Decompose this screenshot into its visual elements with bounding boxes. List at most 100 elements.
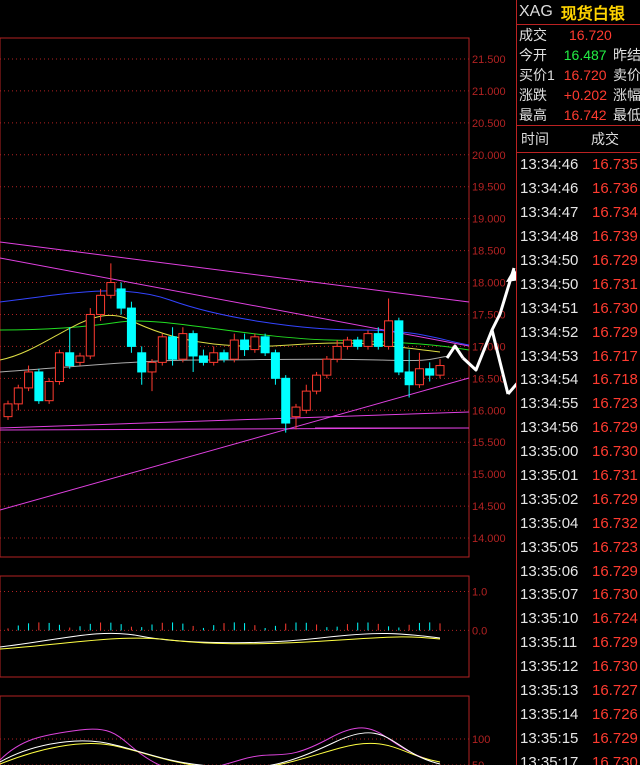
tick-time: 13:35:06 — [520, 562, 579, 580]
tick-time: 13:34:50 — [520, 252, 579, 269]
quote-panel: XAG 现货白银 成交 16.720 今开 16.487 昨结 买价1 16.72… — [516, 0, 640, 765]
tick-price: 16.729 — [592, 634, 638, 652]
tick-row: 13:35:17 16.730 — [517, 750, 640, 765]
y-tick-label: 15.000 — [472, 469, 506, 481]
y-tick-label: 18.000 — [472, 278, 506, 290]
tick-time: 13:34:51 — [520, 299, 579, 317]
tick-list[interactable]: 13:34:46 16.735 13:34:46 16.736 13:34:47 1… — [517, 153, 640, 765]
tick-price: 16.735 — [592, 156, 638, 174]
candle-body — [394, 320, 404, 373]
tick-time: 13:34:50 — [520, 275, 579, 293]
tick-price: 16.730 — [592, 658, 638, 676]
quote-label-2: 最低 — [613, 107, 640, 123]
candle-body — [157, 336, 167, 363]
chart-area[interactable]: 21.500 21.000 20.500 20.000 19.500 19.000 18.5… — [0, 0, 516, 765]
quote-label-2: 昨结 — [613, 47, 640, 63]
tick-time: 13:35:07 — [520, 586, 579, 604]
tick-price: 16.734 — [592, 204, 638, 222]
candle-body — [301, 390, 311, 411]
tick-row: 13:34:46 16.736 — [517, 177, 640, 201]
candle-body — [85, 313, 95, 357]
quote-row: 买价1 16.720 卖价 — [517, 65, 640, 85]
y-tick-label: 14.500 — [472, 501, 506, 513]
tick-row: 13:34:55 16.723 — [517, 392, 640, 416]
y-tick-label: 20.500 — [472, 118, 506, 130]
candle-body — [75, 355, 85, 363]
tick-row: 13:34:53 16.717 — [517, 344, 640, 368]
tick-time: 13:35:01 — [520, 467, 579, 485]
tick-time: 13:34:54 — [520, 371, 579, 389]
tick-price: 16.718 — [592, 371, 638, 389]
tick-price: 16.729 — [592, 729, 638, 747]
tick-row: 13:35:01 16.731 — [517, 464, 640, 488]
y-tick-label: 1.0 — [472, 587, 487, 599]
candle-body — [116, 288, 126, 309]
candle-body — [404, 371, 414, 386]
tick-row: 13:34:52 16.729 — [517, 320, 640, 344]
ticks-header: 时间 成交 — [517, 126, 640, 153]
tick-time: 13:34:46 — [520, 156, 579, 174]
tick-row: 13:34:56 16.729 — [517, 416, 640, 440]
tick-price: 16.730 — [592, 443, 638, 461]
trend-line — [0, 411, 470, 429]
tick-time: 13:34:48 — [520, 228, 579, 246]
candle-body — [373, 333, 383, 347]
y-tick-label: 19.000 — [472, 214, 506, 226]
quote-rows: 成交 16.720 今开 16.487 昨结 买价1 16.720 卖价 涨跌 +0… — [517, 25, 640, 125]
tick-row: 13:35:05 16.723 — [517, 535, 640, 559]
forecast-arrowhead — [506, 268, 516, 282]
tick-price: 16.729 — [592, 562, 638, 580]
tick-price: 16.717 — [592, 347, 638, 365]
tick-price: 16.729 — [592, 419, 638, 437]
macd-dif-line — [0, 632, 441, 648]
tick-row: 13:35:02 16.729 — [517, 487, 640, 511]
candle-body — [270, 352, 280, 379]
candle-body — [168, 336, 178, 360]
candle-body — [260, 336, 270, 354]
y-tick-label: 17.000 — [472, 341, 506, 353]
instrument-name: 现货白银 — [560, 6, 625, 23]
tick-price: 16.729 — [592, 490, 638, 508]
tick-time: 13:35:10 — [520, 610, 579, 628]
candle-body — [96, 294, 106, 315]
tick-time: 13:35:14 — [520, 705, 579, 723]
candle-body — [198, 355, 208, 363]
kline-chart[interactable]: 21.500 21.000 20.500 20.000 19.500 19.000 18.5… — [0, 0, 516, 765]
tick-row: 13:35:13 16.727 — [517, 679, 640, 703]
quote-row: 涨跌 +0.202 涨幅 — [517, 85, 640, 105]
candle-body — [291, 406, 301, 418]
candle-body — [435, 365, 445, 376]
quote-label-2: 涨幅 — [613, 87, 640, 103]
candle-body — [178, 333, 188, 360]
tick-price: 16.723 — [592, 395, 638, 413]
tick-price: 16.729 — [592, 323, 638, 341]
tick-time: 13:34:56 — [520, 419, 579, 437]
quote-row: 成交 16.720 — [517, 25, 640, 45]
tick-price: 16.729 — [592, 252, 638, 269]
main-panel-frame — [0, 37, 470, 558]
y-tick-label: 20.000 — [472, 150, 506, 162]
candle-body — [209, 352, 219, 363]
kdj-d-line — [0, 742, 441, 765]
tick-time: 13:35:04 — [520, 514, 579, 532]
candle-body — [44, 381, 54, 402]
candle-body — [126, 307, 136, 347]
tick-time: 13:35:05 — [520, 538, 579, 556]
candle-body — [13, 387, 23, 405]
candle-body — [54, 352, 64, 383]
tick-price: 16.731 — [592, 275, 638, 293]
quote-value: 16.720 — [563, 67, 607, 83]
y-tick-label: 21.500 — [472, 54, 506, 66]
tick-row: 13:34:48 16.739 — [517, 225, 640, 249]
quote-label: 今开 — [519, 47, 547, 63]
tick-price: 16.731 — [592, 467, 638, 485]
tick-row: 13:35:04 16.732 — [517, 511, 640, 535]
y-tick-label: 100 — [472, 734, 490, 746]
candle-body — [322, 358, 332, 376]
candle-body — [312, 374, 322, 392]
y-tick-label: 15.500 — [472, 437, 506, 449]
candle-body — [229, 339, 239, 360]
tick-time: 13:34:47 — [520, 204, 579, 222]
kdj-k-line — [0, 732, 441, 765]
tick-time: 13:35:17 — [520, 753, 579, 765]
